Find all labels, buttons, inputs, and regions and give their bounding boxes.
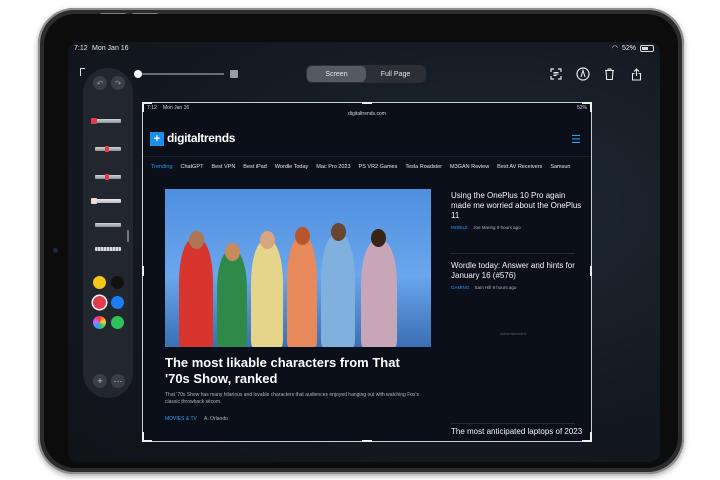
color-swatch-blue[interactable] [111,296,124,309]
hamburger-menu-icon[interactable]: ☰ [571,133,581,146]
crop-handle-bottom-left[interactable] [142,432,144,442]
side-article[interactable]: Using the OnePlus 10 Pro again made me w… [451,191,583,230]
nav-item[interactable]: Samsun [550,164,570,170]
captured-battery: 52% [576,105,587,111]
capture-mode-segmented-control: Screen Full Page [306,65,426,83]
hero-author[interactable]: A. Orlando [204,416,228,422]
nav-item[interactable]: Mac Pro 2023 [316,164,350,170]
battery-icon [640,44,654,52]
opacity-slider-end-icon [230,70,238,78]
cast-head [331,223,346,241]
palette-grip[interactable] [127,230,129,242]
cast-head [189,231,204,249]
hero-image[interactable] [165,189,431,347]
trash-icon[interactable] [601,66,617,82]
color-swatch-black[interactable] [111,276,124,289]
nav-item[interactable]: ChatGPT [181,164,204,170]
color-picker-wheel-icon[interactable] [93,316,106,329]
crop-handle-bottom[interactable] [362,440,372,442]
hero-meta: MOVIES & TV A. Orlando [165,416,228,422]
side-article-title[interactable]: Using the OnePlus 10 Pro again made me w… [451,191,583,221]
side-article[interactable]: Wordle today: Answer and hints for Janua… [451,261,583,290]
markup-tool-palette: ↶ ↷ + ··· [83,68,133,398]
undo-icon[interactable]: ↶ [93,76,107,90]
captured-status-bar: 7:12 Mon Jan 16 digitaltrends.com 52% [143,103,591,117]
opacity-slider-track[interactable] [134,73,224,75]
cast-figure [321,235,355,347]
side-article-author: Joe Maring [473,225,496,230]
nav-item[interactable]: M3GAN Review [450,164,489,170]
more-options-button[interactable]: ··· [111,374,125,388]
cast-figure [179,239,213,347]
divider [451,253,575,254]
crop-handle-right[interactable] [590,266,592,276]
segment-screen[interactable]: Screen [307,66,366,82]
cast-figure [287,237,317,347]
battery-percent: 52% [621,44,636,52]
side-article-category[interactable]: MOBILE [451,225,468,230]
hero-title[interactable]: The most likable characters from That '7… [165,355,425,387]
status-bar: 7:12 Mon Jan 16 ◠ 52% [68,42,660,56]
screenshot-markup-screen: 7:12 Mon Jan 16 ◠ 52% Screen Full Page ↶… [68,42,660,462]
opacity-slider-thumb[interactable] [134,70,142,78]
nav-item[interactable]: Wordle Today [275,164,308,170]
cast-head [225,243,240,261]
status-time: 7:12 [74,45,88,52]
color-swatch-yellow[interactable] [93,276,106,289]
status-date: Mon Jan 16 [92,45,129,52]
ipad-device: 7:12 Mon Jan 16 ◠ 52% Screen Full Page ↶… [38,8,684,474]
color-swatch-red[interactable] [93,296,106,309]
cast-head [295,227,310,245]
digitaltrends-logo-icon: + [150,132,164,146]
side-article-title[interactable]: The most anticipated laptops of 2023 [451,427,583,437]
markup-pen-icon[interactable] [575,66,591,82]
hero-description: That '70s Show has many hilarious and lo… [165,392,420,405]
trending-nav: Trending ChatGPT Best VPN Best iPad Word… [143,159,591,175]
segment-full-page[interactable]: Full Page [366,66,425,82]
add-tool-button[interactable]: + [93,374,107,388]
advertisement-label: Advertisement [500,331,526,336]
cast-figure [361,241,397,347]
side-article-category[interactable]: GAMING [451,285,469,290]
site-header: + digitaltrends ☰ [143,123,591,157]
side-article-meta: MOBILE Joe Maring 9 hours ago [451,225,583,230]
ipad-bezel: 7:12 Mon Jan 16 ◠ 52% Screen Full Page ↶… [44,14,678,468]
captured-screenshot[interactable]: 7:12 Mon Jan 16 digitaltrends.com 52% + … [142,102,592,442]
color-swatch-green[interactable] [111,316,124,329]
wifi-icon: ◠ [611,45,618,52]
crop-corner-icon[interactable] [80,68,85,76]
crop-handle-top-right[interactable] [590,102,592,112]
side-article-time: 9 hours ago [492,285,517,290]
share-icon[interactable] [628,66,644,82]
nav-trending[interactable]: Trending [151,164,173,170]
cast-figure [251,241,283,347]
side-article-title[interactable]: Wordle today: Answer and hints for Janua… [451,261,583,281]
nav-item[interactable]: Best AV Receivers [497,164,542,170]
nav-item[interactable]: PS VR2 Games [359,164,398,170]
cast-figure [217,251,247,347]
hero-category[interactable]: MOVIES & TV [165,416,197,422]
status-right: ◠ 52% [612,44,654,52]
cast-head [260,231,275,249]
divider [451,423,575,424]
redo-icon[interactable]: ↷ [111,76,125,90]
nav-item[interactable]: Tesla Roadster [405,164,442,170]
nav-item[interactable]: Best VPN [211,164,235,170]
cast-head [371,229,386,247]
nav-item[interactable]: Best iPad [243,164,267,170]
crop-handle-bottom-right[interactable] [590,432,592,442]
site-logo[interactable]: digitaltrends [167,131,235,145]
crop-handle-top[interactable] [362,102,372,104]
text-recognition-icon[interactable] [548,66,564,82]
side-article-author: Sam Hill [474,285,492,290]
crop-handle-left[interactable] [142,266,144,276]
side-article[interactable]: The most anticipated laptops of 2023 [451,427,583,437]
front-camera [53,248,58,253]
captured-url: digitaltrends.com [348,111,386,117]
crop-handle-top-left[interactable] [142,102,144,112]
side-article-meta: GAMING Sam Hill 9 hours ago [451,285,583,290]
side-article-time: 9 hours ago [496,225,521,230]
toolbar: Screen Full Page [68,56,660,86]
